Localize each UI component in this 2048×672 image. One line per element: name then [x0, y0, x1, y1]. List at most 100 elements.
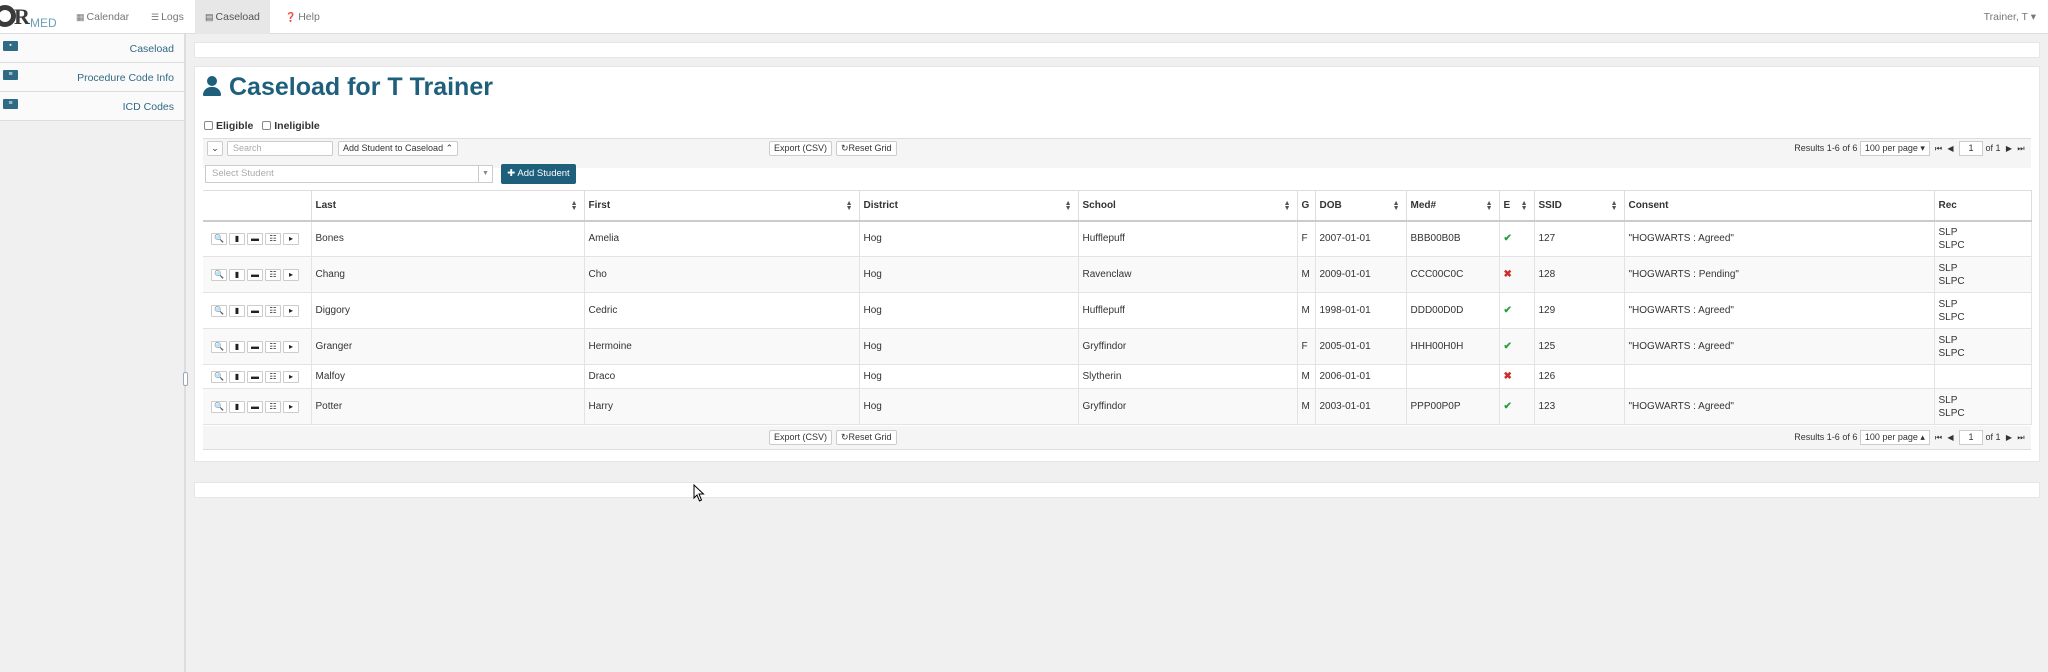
rows-icon[interactable]: ▬ — [247, 268, 263, 281]
more-icon[interactable]: ▸ — [283, 340, 299, 353]
zoom-icon[interactable]: 🔍 — [211, 340, 227, 353]
rows-icon[interactable]: ▬ — [247, 370, 263, 383]
cell-last: Potter — [311, 388, 585, 425]
col-ssid[interactable]: SSID ▲ ▼ — [1534, 190, 1625, 222]
list-icon[interactable]: ☷ — [265, 340, 281, 353]
nav-help[interactable]: ❓ Help — [278, 0, 327, 34]
document-icon[interactable]: ▮ — [229, 304, 245, 317]
zoom-icon[interactable]: 🔍 — [211, 370, 227, 383]
col-eligible[interactable]: E ▲ ▼ — [1499, 190, 1535, 222]
ormed-logo[interactable]: R MED — [0, 2, 62, 32]
zoom-icon[interactable]: 🔍 — [211, 268, 227, 281]
rows-icon[interactable]: ▬ — [247, 232, 263, 245]
sidebar-item-caseload[interactable]: ▪ Caseload — [0, 34, 184, 63]
reset-grid-button[interactable]: ↻Reset Grid — [836, 141, 897, 156]
cell-school: Hufflepuff — [1078, 220, 1298, 257]
first-page-icon[interactable]: ⏮ — [1932, 141, 1944, 156]
next-page-icon[interactable]: ▶ — [2003, 430, 2015, 445]
zoom-icon[interactable]: 🔍 — [211, 232, 227, 245]
check-icon: ✔ — [1499, 328, 1535, 365]
table-row[interactable]: 🔍 ▮ ▬ ☷ ▸ Chang Cho Hog Ravenclaw M 2009-01-01 CCC0… — [203, 256, 2032, 293]
cell-last: Granger — [311, 328, 585, 365]
col-first[interactable]: First ▲ ▼ — [584, 190, 860, 222]
sidebar-collapse-handle[interactable] — [183, 372, 188, 386]
col-school[interactable]: School ▲ ▼ — [1078, 190, 1298, 222]
cell-ssid: 127 — [1534, 220, 1625, 257]
search-input[interactable]: Search — [227, 141, 333, 156]
document-icon[interactable]: ▮ — [229, 232, 245, 245]
prev-page-icon[interactable]: ◀ — [1944, 430, 1956, 445]
user-menu[interactable]: Trainer, T ▾ — [1984, 0, 2036, 34]
sidebar-item-icd-codes[interactable]: ≡ ICD Codes — [0, 92, 184, 121]
eligible-checkbox[interactable]: Eligible — [204, 120, 253, 132]
table-row[interactable]: 🔍 ▮ ▬ ☷ ▸ Bones Amelia Hog Hufflepuff F 2007-01-01… — [203, 220, 2032, 257]
cell-g: F — [1297, 220, 1316, 257]
add-to-caseload-button[interactable]: Add Student to Caseload ⌃ — [338, 141, 459, 156]
table-row[interactable]: 🔍 ▮ ▬ ☷ ▸ Granger Hermoine Hog Gryffindor F 2005-0… — [203, 328, 2032, 365]
cell-rec: SLP SLPC — [1934, 292, 2032, 329]
rows-icon[interactable]: ▬ — [247, 400, 263, 413]
top-navbar: R MED ▦ Calendar ☰ Logs ▤ Caseload ❓ Help Tra… — [0, 0, 2048, 34]
page-number-input-bottom[interactable]: 1 — [1958, 430, 1983, 445]
list-icon[interactable]: ☷ — [265, 370, 281, 383]
col-dob[interactable]: DOB ▲ ▼ — [1315, 190, 1407, 222]
col-consent[interactable]: Consent — [1624, 190, 1935, 222]
last-page-icon[interactable]: ⏭ — [2015, 141, 2027, 156]
col-district[interactable]: District ▲ ▼ — [859, 190, 1079, 222]
refresh-icon: ↻ — [841, 432, 849, 442]
zoom-icon[interactable]: 🔍 — [211, 400, 227, 413]
cell-consent: "HOGWARTS : Agreed" — [1624, 220, 1935, 257]
nav-calendar[interactable]: ▦ Calendar — [70, 0, 135, 34]
more-icon[interactable]: ▸ — [283, 304, 299, 317]
rows-icon[interactable]: ▬ — [247, 340, 263, 353]
col-rec[interactable]: Rec — [1934, 190, 2032, 222]
more-icon[interactable]: ▸ — [283, 268, 299, 281]
prev-page-icon[interactable]: ◀ — [1944, 141, 1956, 156]
cell-ssid: 123 — [1534, 388, 1625, 425]
more-icon[interactable]: ▸ — [283, 370, 299, 383]
reset-grid-button-bottom[interactable]: ↻Reset Grid — [836, 430, 897, 445]
list-icon[interactable]: ☷ — [265, 268, 281, 281]
document-icon[interactable]: ▮ — [229, 340, 245, 353]
document-icon[interactable]: ▮ — [229, 400, 245, 413]
next-page-icon[interactable]: ▶ — [2003, 141, 2015, 156]
document-icon[interactable]: ▮ — [229, 370, 245, 383]
top-panel — [194, 42, 2040, 58]
cell-ssid: 129 — [1534, 292, 1625, 329]
more-icon[interactable]: ▸ — [283, 400, 299, 413]
zoom-icon[interactable]: 🔍 — [211, 304, 227, 317]
cell-rec: SLP SLPC — [1934, 256, 2032, 293]
page-number-input[interactable]: 1 — [1958, 141, 1983, 156]
sidebar: ▪ Caseload ≡ Procedure Code Info ≡ ICD Code… — [0, 34, 186, 672]
list-icon[interactable]: ☷ — [265, 304, 281, 317]
col-last[interactable]: Last ▲ ▼ — [311, 190, 585, 222]
cell-first: Amelia — [584, 220, 860, 257]
nav-caseload[interactable]: ▤ Caseload — [195, 0, 270, 34]
last-page-icon[interactable]: ⏭ — [2015, 430, 2027, 445]
export-csv-button[interactable]: Export (CSV) — [769, 141, 833, 156]
chevron-down-icon[interactable]: ⌄ — [207, 141, 223, 156]
add-student-button[interactable]: ✚ Add Student — [501, 164, 576, 184]
document-icon[interactable]: ▮ — [229, 268, 245, 281]
per-page-select[interactable]: 100 per page ▾ — [1859, 141, 1930, 156]
list-icon[interactable]: ☷ — [265, 400, 281, 413]
rows-icon[interactable]: ▬ — [247, 304, 263, 317]
more-icon[interactable]: ▸ — [283, 232, 299, 245]
sidebar-item-procedure-code-info[interactable]: ≡ Procedure Code Info — [0, 63, 184, 92]
list-icon[interactable]: ☷ — [265, 232, 281, 245]
table-row[interactable]: 🔍 ▮ ▬ ☷ ▸ Diggory Cedric Hog Hufflepuff M 1998-01-… — [203, 292, 2032, 329]
nav-logs[interactable]: ☰ Logs — [145, 0, 190, 34]
sort-icon: ▲ ▼ — [570, 200, 578, 212]
col-gender[interactable]: G — [1297, 190, 1316, 222]
col-med[interactable]: Med# ▲ ▼ — [1406, 190, 1500, 222]
export-csv-button-bottom[interactable]: Export (CSV) — [769, 430, 833, 445]
help-icon: ❓ — [285, 12, 297, 22]
cell-last: Bones — [311, 220, 585, 257]
per-page-select-bottom[interactable]: 100 per page ▴ — [1859, 430, 1930, 445]
table-row[interactable]: 🔍 ▮ ▬ ☷ ▸ Malfoy Draco Hog Slytherin M 2006-01-01 ✖… — [203, 364, 2032, 389]
select-student-dropdown[interactable]: Select Student ▼ — [205, 165, 493, 183]
table-row[interactable]: 🔍 ▮ ▬ ☷ ▸ Potter Harry Hog Gryffindor M 2003-01-01… — [203, 388, 2032, 425]
cell-g: M — [1297, 256, 1316, 293]
first-page-icon[interactable]: ⏮ — [1932, 430, 1944, 445]
ineligible-checkbox[interactable]: Ineligible — [262, 120, 320, 132]
